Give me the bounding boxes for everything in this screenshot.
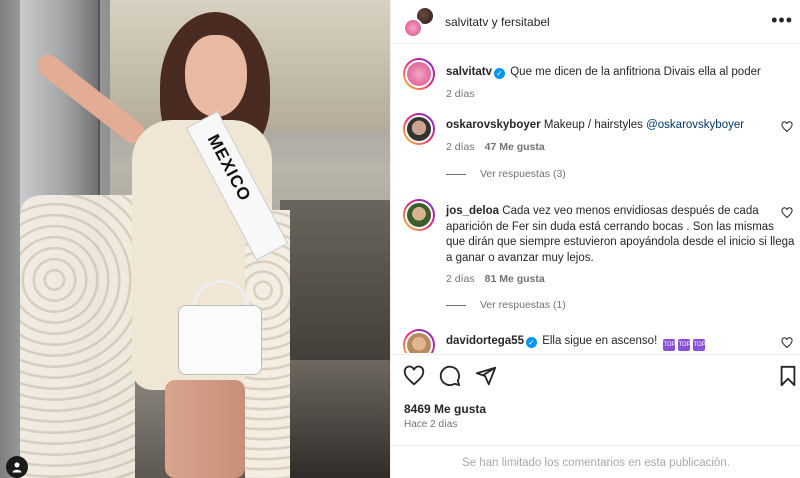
tagged-users-button[interactable] (6, 456, 28, 478)
top-arrow-emoji: TOP (663, 339, 676, 351)
post-actions: 8469 Me gusta Hace 2 días Se han limitad… (391, 354, 800, 478)
post-photo[interactable]: MEXICO (0, 0, 390, 478)
avatar (403, 17, 423, 38)
top-arrow-emoji: TOP (678, 339, 691, 351)
post-side-panel: salvitatv y fersitabel ••• salvitatv ✓ Qu… (390, 0, 800, 478)
comment-time: 2 días (446, 273, 475, 285)
photo-face (185, 35, 247, 117)
like-heart-icon[interactable] (403, 365, 425, 387)
comment-username[interactable]: jos_deloa (446, 205, 499, 217)
avatar[interactable] (403, 58, 435, 90)
comments-list[interactable]: salvitatv ✓ Que me dicen de la anfitriona… (391, 45, 800, 353)
photo-hallway (280, 200, 390, 380)
like-comment-heart-icon[interactable] (781, 337, 793, 349)
user-icon (12, 462, 22, 473)
action-icons (403, 365, 497, 387)
top-arrow-emoji: TOP (693, 339, 706, 351)
comment-time: 2 días (446, 140, 475, 153)
like-comment-heart-icon[interactable] (781, 121, 793, 133)
verified-badge-icon: ✓ (494, 68, 506, 79)
photo-legs (165, 380, 245, 478)
avatar[interactable] (403, 199, 435, 231)
comment-text: Que me dicen de la anfitriona Divais ell… (510, 66, 761, 78)
view-replies-label[interactable]: Ver respuestas (1) (480, 299, 566, 311)
comment-mention[interactable]: @oskarovskyboyer (646, 119, 744, 131)
photo-lace-cape (20, 195, 135, 478)
photo-handbag (178, 305, 262, 375)
collab-avatars[interactable] (403, 5, 435, 38)
avatar[interactable] (403, 329, 435, 353)
comment-icon[interactable] (439, 365, 461, 387)
comment-likes[interactable]: 47 Me gusta (485, 141, 545, 153)
comment-username[interactable]: davidortega55 (446, 335, 524, 347)
comment-text: Cada vez veo menos envidiosas después de… (446, 205, 795, 264)
more-options-icon[interactable]: ••• (771, 11, 793, 29)
comment-username[interactable]: oskarovskyboyer (446, 119, 541, 131)
like-comment-heart-icon[interactable] (781, 207, 793, 219)
verified-badge-icon: ✓ (525, 337, 537, 348)
post-timestamp: Hace 2 días (404, 419, 458, 430)
post-like-count[interactable]: 8469 Me gusta (404, 402, 486, 416)
post-authors[interactable]: salvitatv y fersitabel (445, 15, 550, 29)
view-replies-label[interactable]: Ver respuestas (3) (480, 168, 566, 180)
comment-username[interactable]: salvitatv (446, 66, 492, 78)
comments-limited-notice: Se han limitado los comentarios en esta … (391, 445, 800, 478)
share-icon[interactable] (475, 365, 497, 387)
comment-text: Makeup / hairstyles (543, 119, 643, 131)
comment-text: Ella sigue en ascenso! (542, 335, 658, 347)
comment-time: 2 días (446, 87, 475, 100)
save-bookmark-icon[interactable] (777, 365, 799, 387)
view-replies[interactable]: Ver respuestas (3) (446, 168, 566, 180)
view-replies[interactable]: Ver respuestas (1) (446, 299, 566, 311)
comment-likes[interactable]: 81 Me gusta (485, 273, 545, 285)
post-header: salvitatv y fersitabel ••• (391, 0, 800, 44)
avatar[interactable] (403, 113, 435, 145)
